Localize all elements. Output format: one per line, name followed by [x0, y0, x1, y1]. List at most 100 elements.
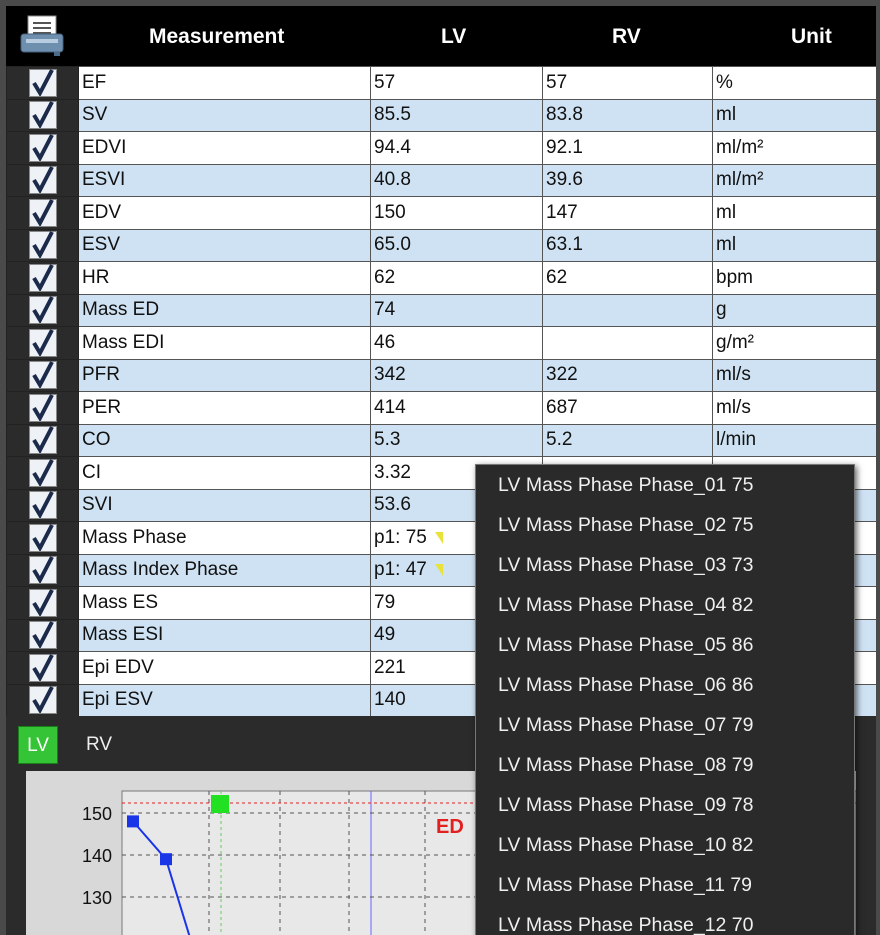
measurement-name[interactable]: Epi EDV: [78, 651, 371, 685]
include-checkbox[interactable]: [28, 653, 57, 682]
measurement-name[interactable]: PER: [78, 391, 371, 425]
measurement-name[interactable]: Epi ESV: [78, 683, 371, 717]
table-row[interactable]: Mass ED 74 g: [6, 293, 876, 327]
rv-value[interactable]: 63.1: [542, 228, 713, 262]
rv-value[interactable]: 57: [542, 66, 713, 100]
include-checkbox[interactable]: [28, 166, 57, 195]
measurement-name[interactable]: Mass ESI: [78, 618, 371, 652]
header-unit[interactable]: Unit: [791, 6, 832, 66]
include-checkbox[interactable]: [28, 231, 57, 260]
include-checkbox[interactable]: [28, 198, 57, 227]
rv-value[interactable]: [542, 293, 713, 327]
measurement-name[interactable]: EF: [78, 66, 371, 100]
include-checkbox[interactable]: [28, 686, 57, 715]
table-row[interactable]: PFR 342 322 ml/s: [6, 358, 876, 392]
table-row[interactable]: EF 57 57%: [6, 66, 876, 100]
measurement-name[interactable]: HR: [78, 261, 371, 295]
table-row[interactable]: EDV 150 147 ml: [6, 196, 876, 230]
lv-value[interactable]: 150: [370, 196, 543, 230]
phase-flag-icon[interactable]: [434, 564, 443, 577]
table-row[interactable]: ESVI 40.8 39.6 ml/m²: [6, 163, 876, 197]
lv-value[interactable]: 57: [370, 66, 543, 100]
measurement-name[interactable]: ESV: [78, 228, 371, 262]
lv-value[interactable]: 40.8: [370, 163, 543, 197]
unit-value[interactable]: ml/s: [712, 358, 876, 392]
include-checkbox[interactable]: [28, 556, 57, 585]
rv-value[interactable]: 39.6: [542, 163, 713, 197]
include-checkbox[interactable]: [28, 328, 57, 357]
include-checkbox[interactable]: [28, 393, 57, 422]
measurement-name[interactable]: PFR: [78, 358, 371, 392]
measurement-name[interactable]: EDV: [78, 196, 371, 230]
unit-value[interactable]: ml/m²: [712, 163, 876, 197]
lv-value[interactable]: 62: [370, 261, 543, 295]
include-checkbox[interactable]: [28, 133, 57, 162]
include-checkbox[interactable]: [28, 361, 57, 390]
measurement-name[interactable]: Mass Phase: [78, 521, 371, 555]
table-row[interactable]: EDVI 94.4 92.1 ml/m²: [6, 131, 876, 165]
rv-value[interactable]: 322: [542, 358, 713, 392]
lv-value[interactable]: 414: [370, 391, 543, 425]
lv-value[interactable]: 342: [370, 358, 543, 392]
rv-value[interactable]: 62: [542, 261, 713, 295]
table-row[interactable]: CO 5.3 5.2 l/min: [6, 423, 876, 457]
unit-value[interactable]: %: [712, 66, 876, 100]
lv-value[interactable]: 65.0: [370, 228, 543, 262]
table-row[interactable]: HR 62 62 bpm: [6, 261, 876, 295]
unit-value[interactable]: ml: [712, 196, 876, 230]
lv-value[interactable]: 5.3: [370, 423, 543, 457]
header-rv[interactable]: RV: [612, 6, 641, 66]
unit-value[interactable]: ml: [712, 228, 876, 262]
unit-value[interactable]: g/m²: [712, 326, 876, 360]
include-checkbox[interactable]: [28, 426, 57, 455]
include-checkbox[interactable]: [28, 621, 57, 650]
phase-flag-icon[interactable]: [434, 531, 443, 544]
measurement-name[interactable]: CI: [78, 456, 371, 490]
include-checkbox[interactable]: [28, 523, 57, 552]
include-checkbox[interactable]: [28, 491, 57, 520]
include-checkbox[interactable]: [28, 68, 57, 97]
measurement-name[interactable]: Mass ES: [78, 586, 371, 620]
table-row[interactable]: ESV 65.0 63.1 ml: [6, 228, 876, 262]
measurement-name[interactable]: ESVI: [78, 163, 371, 197]
rv-value[interactable]: [542, 326, 713, 360]
lv-value[interactable]: 46: [370, 326, 543, 360]
include-checkbox[interactable]: [28, 296, 57, 325]
include-checkbox[interactable]: [28, 101, 57, 130]
include-checkbox[interactable]: [28, 588, 57, 617]
lv-value[interactable]: 74: [370, 293, 543, 327]
rv-value[interactable]: 92.1: [542, 131, 713, 165]
rv-value[interactable]: 5.2: [542, 423, 713, 457]
include-checkbox[interactable]: [28, 263, 57, 292]
table-row[interactable]: Mass EDI 46 g/m²: [6, 326, 876, 360]
lv-value[interactable]: 94.4: [370, 131, 543, 165]
unit-value[interactable]: g: [712, 293, 876, 327]
measurement-name[interactable]: Mass Index Phase: [78, 553, 371, 587]
unit-value[interactable]: ml: [712, 98, 876, 132]
unit-value[interactable]: bpm: [712, 261, 876, 295]
tab-lv[interactable]: LV: [18, 726, 58, 764]
rv-value[interactable]: 83.8: [542, 98, 713, 132]
unit-value[interactable]: ml/m²: [712, 131, 876, 165]
lv-value[interactable]: 85.5: [370, 98, 543, 132]
table-row[interactable]: SV 85.5 83.8 ml: [6, 98, 876, 132]
measurement-name[interactable]: EDVI: [78, 131, 371, 165]
measurement-name[interactable]: Mass EDI: [78, 326, 371, 360]
unit-value[interactable]: l/min: [712, 423, 876, 457]
lv-value-text: 79: [374, 591, 396, 613]
measurement-name[interactable]: Mass ED: [78, 293, 371, 327]
measurement-name[interactable]: CO: [78, 423, 371, 457]
measurement-name[interactable]: SV: [78, 98, 371, 132]
header-measurement[interactable]: Measurement: [149, 6, 284, 66]
report-document-icon[interactable]: [18, 14, 68, 58]
rv-value[interactable]: 687: [542, 391, 713, 425]
rv-value[interactable]: 147: [542, 196, 713, 230]
tab-rv[interactable]: RV: [86, 726, 126, 764]
unit-value[interactable]: ml/s: [712, 391, 876, 425]
phase-list-item: LV Mass Phase Phase_09 78: [498, 794, 754, 816]
table-row[interactable]: PER 414 687 ml/s: [6, 391, 876, 425]
header-lv[interactable]: LV: [441, 6, 466, 66]
measurement-name-text: CI: [82, 461, 101, 483]
include-checkbox[interactable]: [28, 458, 57, 487]
measurement-name[interactable]: SVI: [78, 488, 371, 522]
